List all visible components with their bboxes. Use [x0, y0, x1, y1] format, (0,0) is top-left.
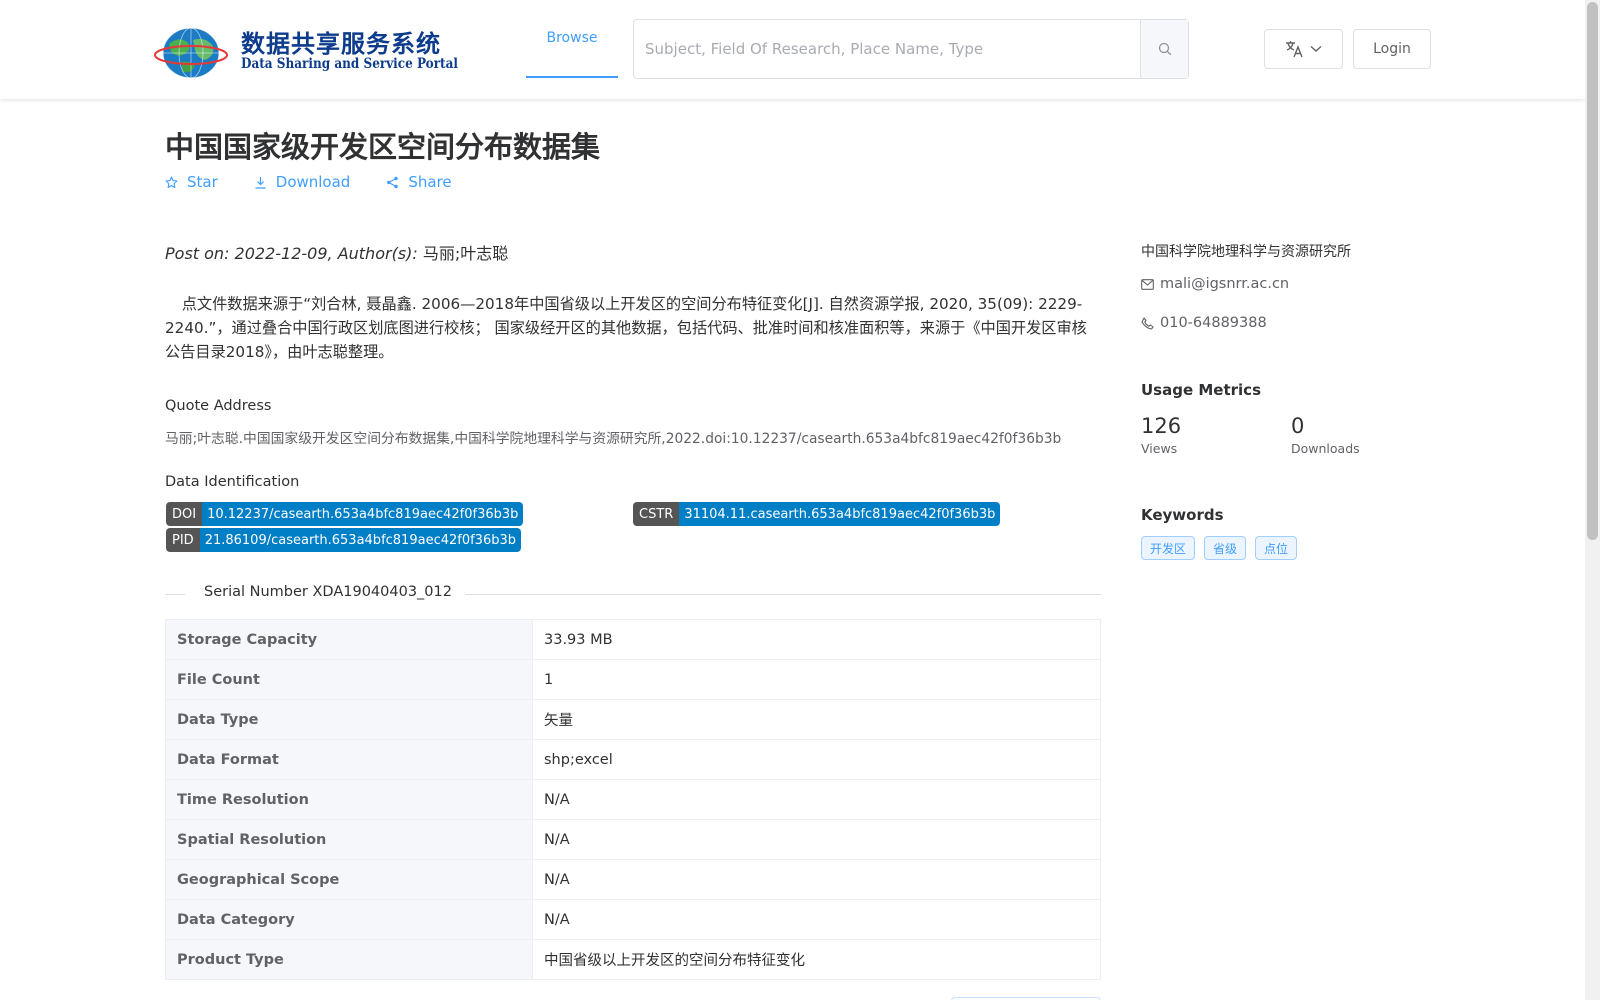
share-button[interactable]: Share [386, 173, 452, 191]
star-button[interactable]: Star [165, 173, 218, 191]
meta-label: Time Resolution [165, 779, 533, 820]
star-label: Star [187, 173, 218, 191]
quote-address-label: Quote Address [165, 398, 272, 414]
keyword-tag[interactable]: 开发区 [1141, 536, 1196, 560]
meta-value: 矢量 [532, 699, 1101, 740]
mail-icon [1141, 278, 1154, 290]
page-title: 中国国家级开发区空间分布数据集 [165, 130, 601, 164]
views-metric: 126 Views [1141, 414, 1181, 456]
doi-value: 10.12237/casearth.653a4bfc819aec42f0f36b… [202, 502, 524, 526]
share-icon [387, 176, 399, 188]
keyword-tag[interactable]: 省级 [1204, 536, 1247, 560]
serial-number: Serial Number XDA19040403_012 [204, 584, 452, 600]
table-row: Data Category N/A [165, 899, 1101, 940]
top-header: 数据共享服务系统 Data Sharing and Service Portal… [0, 0, 1585, 99]
usage-metrics-title: Usage Metrics [1141, 381, 1261, 399]
phone-icon [1141, 316, 1154, 330]
meta-label: Spatial Resolution [165, 819, 533, 860]
metadata-table: Storage Capacity 33.93 MB File Count 1 D… [165, 619, 1101, 980]
downloads-label: Downloads [1291, 441, 1360, 456]
download-button[interactable]: Download [254, 173, 351, 191]
table-row: Time Resolution N/A [165, 779, 1101, 820]
post-date-label: Post on: 2022-12-09, Author(s): [165, 244, 418, 263]
contact-email[interactable]: mali@igsnrr.ac.cn [1141, 276, 1289, 292]
logo-english-title: Data Sharing and Service Portal [241, 56, 458, 72]
data-identification-label: Data Identification [165, 474, 300, 490]
pid-badge[interactable]: PID 21.86109/casearth.653a4bfc819aec42f0… [166, 528, 521, 552]
meta-label: Data Format [165, 739, 533, 780]
meta-value: N/A [532, 819, 1101, 860]
keyword-list: 开发区 省级 点位 [1141, 536, 1298, 560]
serial-number-divider: Serial Number XDA19040403_012 [165, 584, 1101, 604]
meta-value: N/A [532, 859, 1101, 900]
meta-label: File Count [165, 659, 533, 700]
table-row: Storage Capacity 33.93 MB [165, 619, 1101, 660]
search-bar [633, 19, 1189, 79]
table-row: Spatial Resolution N/A [165, 819, 1101, 860]
cstr-value: 31104.11.casearth.653a4bfc819aec42f0f36b… [679, 502, 1001, 526]
language-switcher[interactable] [1264, 29, 1343, 69]
meta-value: N/A [532, 899, 1101, 940]
cstr-key: CSTR [633, 502, 680, 526]
login-button[interactable]: Login [1353, 29, 1431, 69]
chevron-down-icon [1310, 45, 1322, 52]
search-button[interactable] [1140, 20, 1188, 78]
doi-badge[interactable]: DOI 10.12237/casearth.653a4bfc819aec42f0… [166, 502, 524, 526]
star-icon [165, 175, 178, 188]
dataset-description: 点文件数据来源于“刘合林, 聂晶鑫. 2006—2018年中国省级以上开发区的空… [165, 295, 1087, 361]
page-scrollbar[interactable] [1585, 0, 1600, 1000]
meta-value: 中国省级以上开发区的空间分布特征变化 [532, 939, 1101, 980]
meta-label: Data Type [165, 699, 533, 740]
contact-phone: 010-64889388 [1141, 315, 1267, 331]
table-row: File Count 1 [165, 659, 1101, 700]
share-label: Share [408, 173, 452, 191]
meta-value: 33.93 MB [532, 619, 1101, 660]
table-row: Data Type 矢量 [165, 699, 1101, 740]
table-row: Geographical Scope N/A [165, 859, 1101, 900]
authors: 马丽;叶志聪 [422, 244, 509, 263]
quote-address-text: 马丽;叶志聪.中国国家级开发区空间分布数据集,中国科学院地理科学与资源研究所,2… [165, 431, 1062, 447]
meta-label: Data Category [165, 899, 533, 940]
downloads-metric: 0 Downloads [1291, 414, 1360, 456]
keyword-tag[interactable]: 点位 [1255, 536, 1298, 560]
meta-label: Storage Capacity [165, 619, 533, 660]
meta-label: Product Type [165, 939, 533, 980]
keywords-title: Keywords [1141, 506, 1224, 524]
email-text: mali@igsnrr.ac.cn [1160, 276, 1290, 292]
post-info: Post on: 2022-12-09, Author(s): 马丽;叶志聪 [165, 240, 508, 264]
globe-logo-icon [154, 27, 228, 79]
cstr-badge[interactable]: CSTR 31104.11.casearth.653a4bfc819aec42f… [633, 502, 1001, 526]
doi-key: DOI [166, 502, 203, 526]
site-logo[interactable]: 数据共享服务系统 Data Sharing and Service Portal [153, 22, 458, 80]
search-icon [1158, 42, 1171, 56]
institution-name: 中国科学院地理科学与资源研究所 [1141, 244, 1351, 260]
dataset-actions: Star Download Share [165, 173, 452, 191]
nav-browse[interactable]: Browse [526, 0, 618, 78]
translate-icon [1286, 41, 1303, 58]
divider-line-right [465, 594, 1101, 595]
views-label: Views [1141, 441, 1178, 456]
phone-text: 010-64889388 [1160, 315, 1267, 331]
views-count: 126 [1141, 414, 1182, 438]
scrollbar-thumb[interactable] [1587, 2, 1598, 540]
pid-value: 21.86109/casearth.653a4bfc819aec42f0f36b… [199, 528, 521, 552]
logo-chinese-title: 数据共享服务系统 [241, 30, 441, 58]
search-input[interactable] [634, 20, 1140, 78]
table-row: Product Type 中国省级以上开发区的空间分布特征变化 [165, 939, 1101, 980]
meta-value: shp;excel [532, 739, 1101, 780]
divider-line-left [165, 594, 185, 595]
pid-key: PID [166, 528, 200, 552]
meta-value: 1 [532, 659, 1101, 700]
meta-label: Geographical Scope [165, 859, 533, 900]
meta-value: N/A [532, 779, 1101, 820]
downloads-count: 0 [1291, 414, 1305, 438]
table-row: Data Format shp;excel [165, 739, 1101, 780]
download-icon [255, 176, 266, 189]
download-label: Download [275, 173, 351, 191]
